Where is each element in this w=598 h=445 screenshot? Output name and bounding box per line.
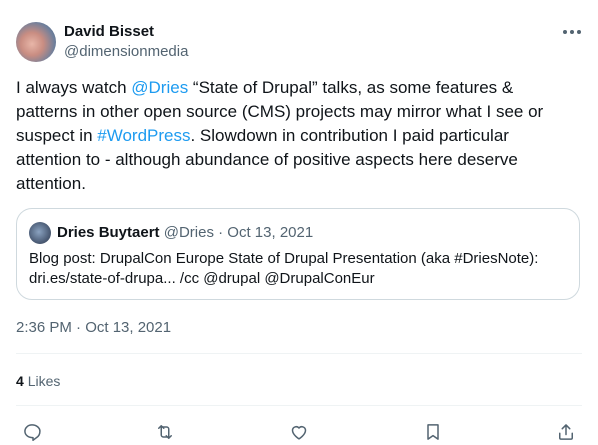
author-handle[interactable]: @dimensionmedia	[64, 42, 188, 62]
tweet-text: I always watch @Dries “State of Drupal” …	[16, 76, 576, 196]
hashtag-link[interactable]: #WordPress	[97, 126, 190, 145]
likes-count: 4	[16, 373, 24, 389]
author-name[interactable]: David Bisset	[64, 22, 154, 42]
mention-link[interactable]: @Dries	[131, 78, 188, 97]
quoted-separator: ·	[218, 224, 224, 241]
quoted-date: Oct 13, 2021	[227, 224, 314, 241]
quoted-avatar	[29, 222, 51, 244]
tweet-timestamp[interactable]: 2:36 PM · Oct 13, 2021	[16, 318, 171, 338]
likes-stat[interactable]: 4 Likes	[16, 371, 60, 391]
retweet-icon[interactable]	[153, 420, 177, 444]
quoted-header: Dries Buytaert @Dries · Oct 13, 2021	[57, 223, 313, 243]
bookmark-icon[interactable]	[421, 420, 445, 444]
like-icon[interactable]	[287, 420, 311, 444]
quoted-author-name: Dries Buytaert	[57, 224, 160, 241]
likes-label: Likes	[27, 373, 61, 389]
divider	[16, 353, 582, 354]
reply-icon[interactable]	[20, 420, 44, 444]
author-avatar[interactable]	[16, 22, 56, 62]
quoted-text: Blog post: DrupalCon Europe State of Dru…	[29, 250, 539, 287]
quoted-author-handle: @Dries	[163, 224, 214, 241]
quoted-tweet[interactable]: Dries Buytaert @Dries · Oct 13, 2021 Blo…	[16, 208, 580, 300]
share-icon[interactable]	[554, 420, 578, 444]
more-icon[interactable]	[560, 22, 584, 42]
divider	[16, 405, 582, 406]
tweet-text-part: I always watch	[16, 78, 132, 97]
